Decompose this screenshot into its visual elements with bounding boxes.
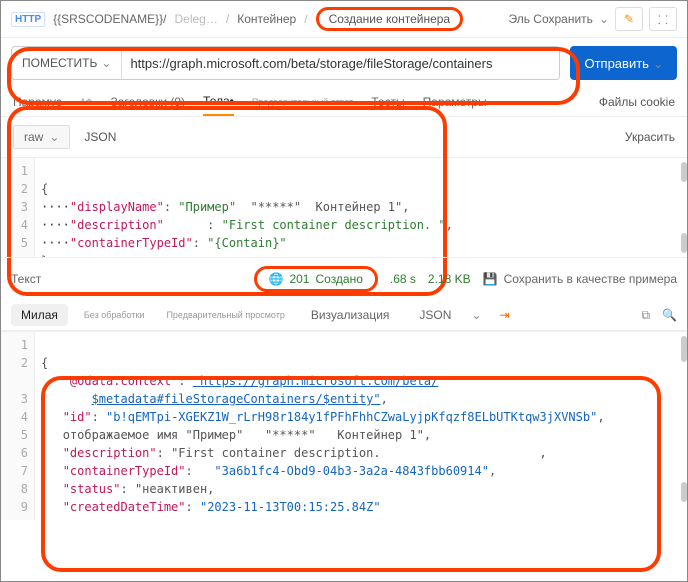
tab-headers[interactable]: Заголовки (9) — [110, 95, 185, 115]
breadcrumb-srs: {{SRSCODENAME}}/ — [53, 12, 166, 26]
resp-size: 2.18 KB — [428, 272, 471, 286]
copy-icon[interactable]: ⧉ — [641, 308, 650, 323]
chevron-down-icon — [101, 56, 111, 70]
status-pill: 🌐 201 Создано — [254, 266, 378, 292]
resp-time: .68 s — [390, 272, 416, 286]
http-method-select[interactable]: ПОМЕСТИТЬ — [12, 47, 122, 79]
scrollbar[interactable] — [681, 482, 687, 502]
search-icon[interactable]: 🔍 — [662, 308, 677, 323]
wrap-icon[interactable]: ⇥ — [500, 308, 510, 322]
status-code: 201 — [289, 272, 309, 286]
request-body-editor[interactable]: { ····"displayName": "Пример" "*****" Ко… — [35, 158, 687, 257]
breadcrumb-container[interactable]: Контейнер — [237, 12, 296, 26]
response-body[interactable]: { "@odata.context": "https://graph.micro… — [35, 332, 687, 520]
http-method-label: ПОМЕСТИТЬ — [22, 56, 97, 70]
scrollbar[interactable] — [681, 336, 687, 362]
link-cookies[interactable]: Файлы cookie — [599, 95, 675, 115]
send-label: Отправить — [584, 56, 648, 71]
breadcrumb-sep1: / — [226, 12, 229, 26]
resp-tab-pretty[interactable]: Милая — [11, 304, 68, 326]
tab-settings[interactable]: Параметры — [423, 95, 487, 115]
raw-label: raw — [24, 130, 43, 144]
scrollbar[interactable] — [681, 162, 687, 182]
save-button[interactable]: Эль Сохранить — [508, 12, 592, 26]
response-label: Текст — [11, 272, 41, 286]
save-example-link[interactable]: Сохранить в качестве примера — [504, 272, 677, 286]
body-lang-json[interactable]: JSON — [84, 130, 116, 144]
chevron-down-icon[interactable] — [599, 12, 609, 26]
save-icon: 💾 — [483, 272, 498, 286]
resp-tab-preview[interactable]: Предварительный просмотр — [160, 306, 290, 324]
url-input[interactable] — [122, 47, 559, 79]
tab-create-container[interactable]: Создание контейнера — [316, 7, 464, 31]
tab-auth[interactable]: АФ — [80, 97, 93, 113]
status-text: Создано — [315, 272, 362, 286]
resp-lang-json[interactable]: JSON — [409, 304, 461, 326]
tab-prereq[interactable]: Предварительный ответ — [252, 97, 353, 113]
line-gutter: 12345 — [1, 158, 35, 257]
http-badge: HTTP — [11, 12, 45, 27]
body-mode-raw[interactable]: raw — [13, 125, 70, 149]
tab-body[interactable]: Тела• — [203, 94, 234, 116]
more-icon[interactable]: ⸬ — [649, 7, 677, 31]
line-gutter: 123456789 — [1, 332, 35, 520]
send-button[interactable]: Отправить — [570, 46, 677, 80]
tab-tests[interactable]: Тесты — [371, 95, 404, 115]
resp-tab-raw[interactable]: Без обработки — [78, 306, 151, 324]
globe-icon: 🌐 — [269, 272, 284, 286]
breadcrumb-sep2: / — [304, 12, 307, 26]
scrollbar[interactable] — [681, 233, 687, 253]
tab-params[interactable]: Парамус — [13, 95, 62, 115]
resp-tab-visual[interactable]: Визуализация — [301, 304, 400, 326]
breadcrumb-deleg: Deleg… — [175, 12, 218, 26]
chevron-down-icon — [653, 56, 663, 71]
beautify-link[interactable]: Украсить — [625, 130, 675, 144]
edit-icon[interactable]: ✎ — [615, 7, 643, 31]
chevron-down-icon — [49, 130, 59, 144]
chevron-down-icon[interactable] — [471, 308, 481, 322]
